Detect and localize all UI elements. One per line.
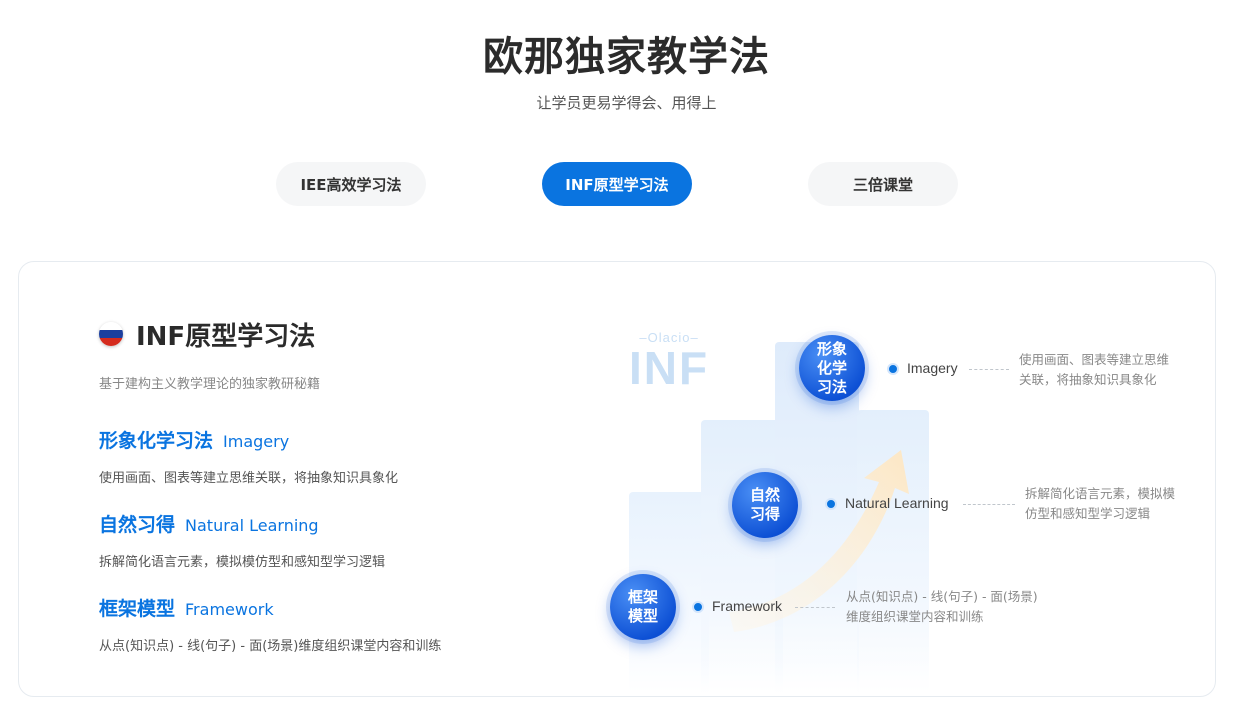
method-desc: 从点(知识点) - 线(句子) - 面(场景)维度组织课堂内容和训练 bbox=[99, 639, 442, 654]
framework-connector bbox=[795, 607, 835, 608]
method-title-en: Natural Learning bbox=[185, 516, 319, 535]
method-framework: 框架模型 Framework 从点(知识点) - 线(句子) - 面(场景)维度… bbox=[99, 594, 441, 654]
method-card: INF原型学习法 基于建构主义教学理论的独家教研秘籍 形象化学习法 Imager… bbox=[18, 261, 1216, 697]
natural-learning-desc: 拆解简化语言元素，模拟模 仿型和感知型学习逻辑 bbox=[1025, 486, 1176, 521]
imagery-dot bbox=[887, 363, 899, 375]
inf-diagram: –Olacio– INF 形象化学习法 Imagery 使用画面、图表等建立思维… bbox=[579, 282, 1199, 692]
russia-flag-icon bbox=[99, 322, 123, 346]
method-desc: 使用画面、图表等建立思维关联，将抽象知识具象化 bbox=[99, 471, 399, 486]
method-title-zh: 形象化学习法 bbox=[99, 430, 214, 452]
method-title-zh: 框架模型 bbox=[99, 598, 176, 620]
natural-learning-dot bbox=[825, 498, 837, 510]
tab-inf[interactable]: INF原型学习法 bbox=[542, 162, 692, 206]
page-subtitle: 让学员更易学得会、用得上 bbox=[536, 94, 717, 112]
imagery-label: Imagery bbox=[907, 360, 958, 376]
natural-learning-label: Natural Learning bbox=[845, 495, 949, 511]
method-natural-learning: 自然习得 Natural Learning 拆解简化语言元素，模拟模仿型和感知型… bbox=[99, 510, 385, 570]
imagery-desc: 使用画面、图表等建立思维 关联，将抽象知识具象化 bbox=[1019, 352, 1170, 387]
natural-learning-circle: 自然习得 bbox=[732, 472, 798, 538]
method-desc: 拆解简化语言元素，模拟模仿型和感知型学习逻辑 bbox=[99, 555, 386, 570]
natural-learning-connector bbox=[963, 504, 1015, 505]
framework-circle: 框架模型 bbox=[610, 574, 676, 640]
framework-desc: 从点(知识点) - 线(句子) - 面(场景) 维度组织课堂内容和训练 bbox=[846, 589, 1038, 624]
framework-dot bbox=[692, 601, 704, 613]
card-title: INF原型学习法 bbox=[136, 322, 316, 352]
card-subtitle: 基于建构主义教学理论的独家教研秘籍 bbox=[99, 377, 321, 392]
method-imagery: 形象化学习法 Imagery 使用画面、图表等建立思维关联，将抽象知识具象化 bbox=[99, 426, 398, 486]
tab-triple-classroom[interactable]: 三倍课堂 bbox=[808, 162, 958, 206]
imagery-connector bbox=[969, 369, 1009, 370]
method-title-zh: 自然习得 bbox=[99, 514, 176, 536]
method-title-en: Framework bbox=[185, 600, 274, 619]
method-title-en: Imagery bbox=[223, 432, 290, 451]
imagery-circle: 形象化学习法 bbox=[799, 335, 865, 401]
tab-iee[interactable]: IEE高效学习法 bbox=[276, 162, 426, 206]
framework-label: Framework bbox=[712, 598, 783, 614]
page-title: 欧那独家教学法 bbox=[483, 34, 770, 80]
